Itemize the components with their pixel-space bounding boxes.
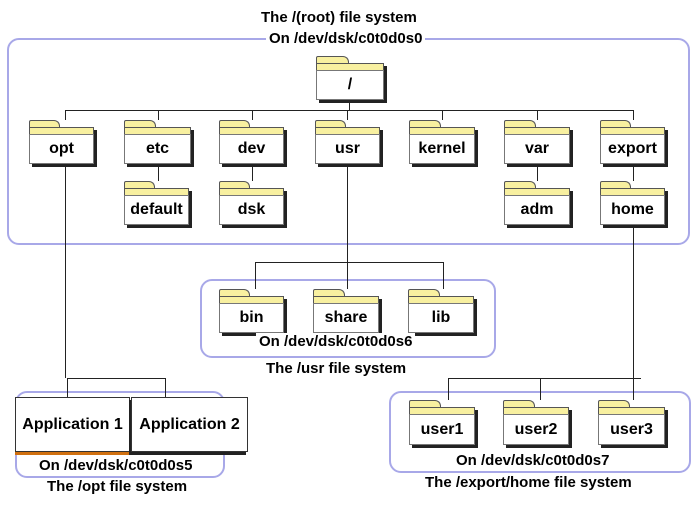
connector-line xyxy=(67,378,165,379)
folder-label: default xyxy=(124,195,189,225)
connector-line xyxy=(633,110,634,120)
folder-label: / xyxy=(316,70,384,100)
file-system-diagram: The /(root) file system On /dev/dsk/c0t0… xyxy=(0,0,692,509)
connector-line xyxy=(633,225,634,400)
usr-fs-title: The /usr file system xyxy=(263,360,410,377)
usr-fs-device: On /dev/dsk/c0t0d0s6 xyxy=(256,333,416,350)
folder-label: etc xyxy=(124,134,191,164)
application-1[interactable]: Application 1 xyxy=(15,397,130,452)
home-fs-device: On /dev/dsk/c0t0d0s7 xyxy=(453,452,613,469)
folder-dev[interactable]: dev xyxy=(219,120,284,164)
connector-line xyxy=(67,378,68,397)
folder-label: kernel xyxy=(409,134,475,164)
connector-line xyxy=(255,262,256,289)
connector-line xyxy=(347,110,348,120)
folder-label: share xyxy=(313,303,379,333)
root-fs-device: On /dev/dsk/c0t0d0s0 xyxy=(266,30,426,47)
folder-dsk[interactable]: dsk xyxy=(219,181,284,225)
folder-user1[interactable]: user1 xyxy=(409,400,475,445)
connector-line xyxy=(252,165,253,181)
folder-user3[interactable]: user3 xyxy=(598,400,665,445)
folder-label: opt xyxy=(29,134,94,164)
folder-label: dsk xyxy=(219,195,284,225)
folder-label: dev xyxy=(219,134,284,164)
folder-default[interactable]: default xyxy=(124,181,189,225)
folder-bin[interactable]: bin xyxy=(219,289,284,333)
connector-line xyxy=(633,165,634,181)
connector-line xyxy=(537,165,538,181)
home-fs-title: The /export/home file system xyxy=(422,474,635,491)
folder-label: lib xyxy=(408,303,474,333)
connector-line xyxy=(65,110,66,120)
folder-lib[interactable]: lib xyxy=(408,289,474,333)
folder-user2[interactable]: user2 xyxy=(503,400,569,445)
folder-label: adm xyxy=(504,195,570,225)
connector-line xyxy=(349,100,350,110)
connector-line xyxy=(347,165,348,262)
connector-line xyxy=(448,378,449,400)
folder-home[interactable]: home xyxy=(600,181,665,225)
folder-label: var xyxy=(504,134,570,164)
folder-usr[interactable]: usr xyxy=(315,120,380,164)
folder-adm[interactable]: adm xyxy=(504,181,570,225)
folder-opt[interactable]: opt xyxy=(29,120,94,164)
folder-etc[interactable]: etc xyxy=(124,120,191,164)
connector-line xyxy=(540,378,541,400)
folder-label: usr xyxy=(315,134,380,164)
opt-fs-device: On /dev/dsk/c0t0d0s5 xyxy=(36,457,196,474)
connector-line xyxy=(442,110,443,120)
connector-line xyxy=(158,110,159,120)
connector-line xyxy=(158,165,159,181)
folder-kernel[interactable]: kernel xyxy=(409,120,475,164)
folder-label: user2 xyxy=(503,414,569,445)
connector-line xyxy=(443,262,444,289)
connector-line xyxy=(537,110,538,120)
root-fs-title: The /(root) file system xyxy=(258,9,420,26)
connector-line xyxy=(448,378,641,379)
folder-label: user3 xyxy=(598,414,665,445)
folder-label: user1 xyxy=(409,414,475,445)
folder-label: bin xyxy=(219,303,284,333)
folder-label: export xyxy=(600,134,665,164)
connector-line xyxy=(65,110,633,111)
folder-export[interactable]: export xyxy=(600,120,665,164)
folder-label: home xyxy=(600,195,665,225)
application-2[interactable]: Application 2 xyxy=(131,397,248,452)
folder-var[interactable]: var xyxy=(504,120,570,164)
opt-fs-title: The /opt file system xyxy=(44,478,191,495)
folder-root[interactable]: / xyxy=(316,56,384,100)
connector-line xyxy=(65,165,66,378)
connector-line xyxy=(347,262,348,289)
folder-share[interactable]: share xyxy=(313,289,379,333)
connector-line xyxy=(165,378,166,397)
connector-line xyxy=(252,110,253,120)
connector-line xyxy=(255,262,443,263)
